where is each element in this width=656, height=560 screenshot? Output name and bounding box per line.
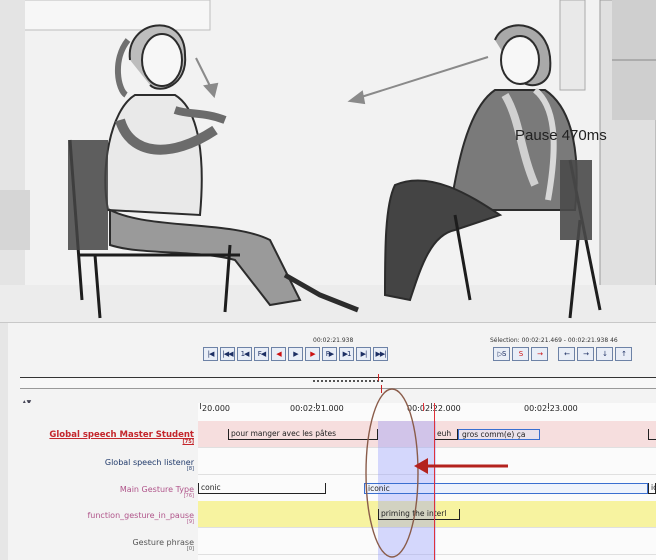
crosshair-marker-icon: I [377, 373, 380, 384]
tier-label-text: Main Gesture Type [119, 485, 194, 494]
tier-label-text: Global speech Master Student [49, 430, 194, 440]
tier-count: [76] [183, 493, 194, 499]
video-frame [0, 0, 656, 322]
tier-label-text: function_gesture_in_pause [87, 511, 194, 520]
tier-label-gesture-function[interactable]: function_gesture_in_pause [9] [87, 511, 194, 525]
tier-up-button[interactable]: ↑ [615, 347, 632, 361]
next-second-button[interactable]: ▶1 [339, 347, 354, 361]
tier-label-gesture-phrase[interactable]: Gesture phrase [0] [132, 538, 194, 552]
annotation-editor: 00:02:21.938 Sélection: 00:02:21.469 - 0… [0, 322, 656, 560]
tier-label-text: Gesture phrase [132, 538, 194, 547]
annotation-speech-selected[interactable]: gros comm(e) ça [458, 429, 540, 440]
callout-arrow-icon [414, 458, 508, 474]
current-time-readout: 00:02:21.938 [313, 337, 354, 344]
annotation-gesture-type[interactable]: ic [648, 483, 656, 494]
selection-readout: Sélection: 00:02:21.469 - 00:02:21.938 4… [490, 337, 618, 344]
next-frame-button[interactable]: F▶ [322, 347, 337, 361]
video-frame-drawing [0, 0, 656, 322]
tier-label-text: Global speech listener [104, 458, 194, 467]
pause-duration-callout: Pause 470ms [515, 127, 607, 144]
play-button[interactable]: ▶ [288, 347, 303, 361]
next-annotation-button[interactable]: → [577, 347, 594, 361]
tier-names-column: Global speech Master Student [75] Global… [8, 403, 198, 560]
previous-frame-button[interactable]: F◀ [254, 347, 269, 361]
tier-count: [9] [186, 519, 194, 525]
next-scrollview-button[interactable]: ▶| [356, 347, 371, 361]
selection-controls: ▷S S → ← → ↓ ↑ [493, 347, 632, 361]
ruler-tick-label: 00:02:23.000 [524, 404, 578, 413]
selection-mode-button[interactable]: → [531, 347, 548, 361]
overview-ruler-range [313, 380, 383, 384]
clear-selection-button[interactable]: S [512, 347, 529, 361]
go-to-end-button[interactable]: ▶▶| [373, 347, 388, 361]
previous-second-button[interactable]: 1◀ [237, 347, 252, 361]
tier-label-listener-speech[interactable]: Global speech listener [8] [105, 458, 194, 472]
previous-scrollview-button[interactable]: |◀◀ [220, 347, 235, 361]
ruler-tick-label: 00:02:21.000 [290, 404, 344, 413]
timeline-viewer: Global speech Master Student [75] Global… [8, 403, 656, 560]
tier-label-master-speech[interactable]: Global speech Master Student [75] [49, 431, 194, 445]
tier-count: [8] [186, 466, 194, 472]
next-ms-button[interactable]: ▶ [305, 347, 320, 361]
media-controls: |◀ |◀◀ 1◀ F◀ ◀ ▶ ▶ F▶ ▶1 ▶| ▶▶| [203, 347, 388, 361]
annotation-gesture-type[interactable]: conic [198, 483, 326, 494]
tier-count: [75] [182, 439, 194, 445]
ruler-tick-label: 20.000 [202, 404, 230, 413]
go-to-begin-button[interactable]: |◀ [203, 347, 218, 361]
tier-count: [0] [186, 546, 194, 552]
tier-down-button[interactable]: ↓ [596, 347, 613, 361]
play-selection-button[interactable]: ▷S [493, 347, 510, 361]
tier-label-gesture-type[interactable]: Main Gesture Type [76] [120, 485, 194, 499]
ruler-tick [200, 403, 201, 409]
annotation-speech-edge[interactable] [648, 429, 656, 440]
previous-ms-button[interactable]: ◀ [271, 347, 286, 361]
previous-annotation-button[interactable]: ← [558, 347, 575, 361]
annotation-speech[interactable]: pour manger avec les pâtes [228, 429, 378, 440]
window-edge [0, 323, 8, 560]
